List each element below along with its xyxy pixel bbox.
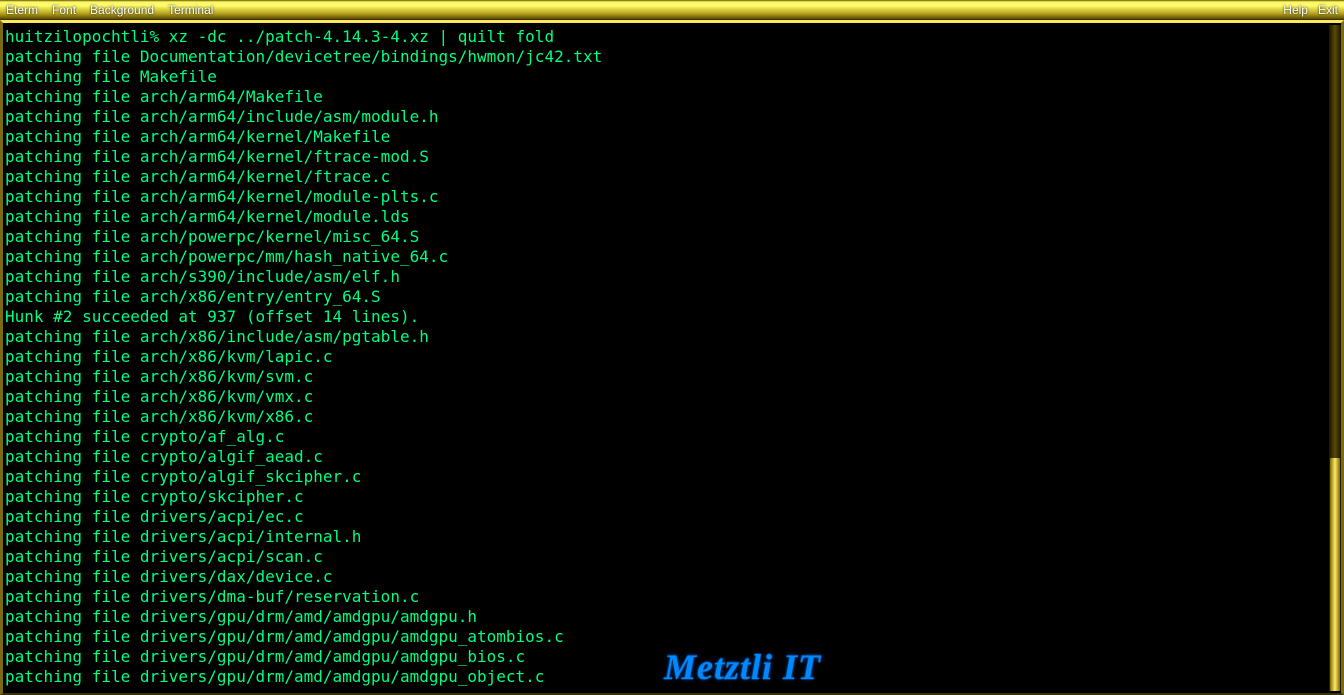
terminal-line: patching file arch/arm64/kernel/ftrace-m…: [5, 147, 1327, 167]
terminal-line: patching file Documentation/devicetree/b…: [5, 47, 1327, 67]
terminal-line: patching file drivers/gpu/drm/amd/amdgpu…: [5, 667, 1327, 687]
terminal-line: patching file arch/arm64/include/asm/mod…: [5, 107, 1327, 127]
menubar: Eterm Font Background Terminal Help Exit: [0, 0, 1344, 20]
menu-help[interactable]: Help: [1283, 3, 1308, 17]
scrollbar[interactable]: [1329, 25, 1341, 691]
terminal-line: patching file drivers/acpi/internal.h: [5, 527, 1327, 547]
terminal-line: patching file drivers/gpu/drm/amd/amdgpu…: [5, 647, 1327, 667]
menu-font[interactable]: Font: [52, 3, 76, 17]
terminal-line: patching file arch/x86/kvm/svm.c: [5, 367, 1327, 387]
terminal-line: patching file arch/powerpc/mm/hash_nativ…: [5, 247, 1327, 267]
terminal-line: Hunk #2 succeeded at 937 (offset 14 line…: [5, 307, 1327, 327]
terminal-line: patching file drivers/dax/device.c: [5, 567, 1327, 587]
terminal-line: patching file crypto/skcipher.c: [5, 487, 1327, 507]
menubar-right: Help Exit: [1283, 3, 1338, 17]
terminal-window: huitzilopochtli% xz -dc ../patch-4.14.3-…: [0, 20, 1344, 695]
menu-eterm[interactable]: Eterm: [6, 3, 38, 17]
terminal-line: patching file arch/x86/include/asm/pgtab…: [5, 327, 1327, 347]
terminal-line: patching file drivers/acpi/scan.c: [5, 547, 1327, 567]
terminal-line: patching file arch/arm64/kernel/ftrace.c: [5, 167, 1327, 187]
terminal-line: patching file crypto/algif_skcipher.c: [5, 467, 1327, 487]
terminal-output[interactable]: huitzilopochtli% xz -dc ../patch-4.14.3-…: [5, 25, 1327, 691]
terminal-line: huitzilopochtli% xz -dc ../patch-4.14.3-…: [5, 27, 1327, 47]
terminal-line: patching file Makefile: [5, 67, 1327, 87]
scrollbar-thumb[interactable]: [1330, 458, 1340, 691]
terminal-line: patching file arch/x86/kvm/vmx.c: [5, 387, 1327, 407]
terminal-line: patching file arch/x86/entry/entry_64.S: [5, 287, 1327, 307]
terminal-line: patching file arch/arm64/kernel/module-p…: [5, 187, 1327, 207]
terminal-line: patching file arch/arm64/Makefile: [5, 87, 1327, 107]
menu-background[interactable]: Background: [90, 3, 154, 17]
terminal-line: patching file arch/arm64/kernel/Makefile: [5, 127, 1327, 147]
terminal-line: patching file drivers/gpu/drm/amd/amdgpu…: [5, 627, 1327, 647]
terminal-line: patching file arch/arm64/kernel/module.l…: [5, 207, 1327, 227]
terminal-line: patching file arch/s390/include/asm/elf.…: [5, 267, 1327, 287]
terminal-line: patching file crypto/af_alg.c: [5, 427, 1327, 447]
terminal-line: patching file arch/x86/kvm/x86.c: [5, 407, 1327, 427]
terminal-line: patching file drivers/dma-buf/reservatio…: [5, 587, 1327, 607]
terminal-line: patching file drivers/gpu/drm/amd/amdgpu…: [5, 607, 1327, 627]
terminal-line: patching file arch/x86/kvm/lapic.c: [5, 347, 1327, 367]
terminal-line: patching file drivers/acpi/ec.c: [5, 507, 1327, 527]
terminal-line: patching file crypto/algif_aead.c: [5, 447, 1327, 467]
menubar-left: Eterm Font Background Terminal: [6, 3, 213, 17]
menu-terminal[interactable]: Terminal: [168, 3, 213, 17]
terminal-line: patching file arch/powerpc/kernel/misc_6…: [5, 227, 1327, 247]
menu-exit[interactable]: Exit: [1318, 3, 1338, 17]
